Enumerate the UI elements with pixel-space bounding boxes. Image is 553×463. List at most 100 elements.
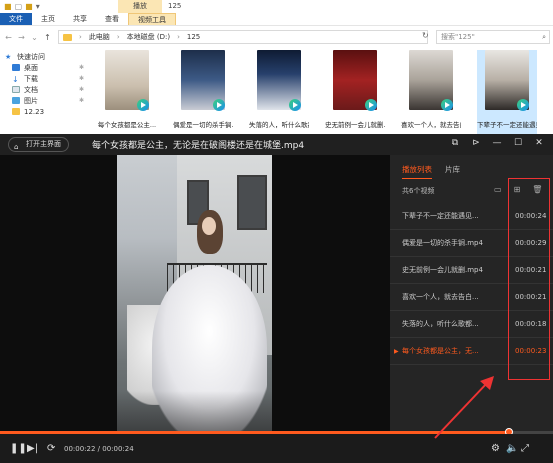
- search-input[interactable]: 搜索"125" ⌕: [436, 30, 550, 44]
- tab-library[interactable]: 片库: [445, 164, 460, 179]
- forward-arrow-icon[interactable]: →: [17, 33, 26, 42]
- nav-item-documents[interactable]: 文档 ✱: [0, 84, 90, 95]
- pin-top-icon[interactable]: ⊳: [471, 138, 481, 148]
- file-name: 史无前例一会儿就删...: [325, 121, 385, 129]
- video-play-icon: [289, 99, 301, 111]
- document-icon: [12, 86, 20, 93]
- nav-item-label: 下载: [24, 74, 38, 83]
- video-canvas[interactable]: [0, 155, 390, 431]
- player-title: 每个女孩都是公主，无论是在破阁楼还是在城堡.mp4: [92, 141, 305, 151]
- file-name: 下辈子不一定还能遇见...: [477, 121, 537, 129]
- nav-item-downloads[interactable]: ↓ 下载 ✱: [0, 73, 90, 85]
- volume-icon[interactable]: 🔈: [506, 443, 518, 454]
- video-player-window: ⌂ 打开主界面 每个女孩都是公主，无论是在破阁楼还是在城堡.mp4 ⧉ ⊳ — …: [0, 134, 553, 463]
- player-titlebar: ⌂ 打开主界面 每个女孩都是公主，无论是在破阁楼还是在城堡.mp4 ⧉ ⊳ — …: [0, 134, 553, 155]
- home-icon: ⌂: [14, 143, 19, 151]
- tab-video-tools[interactable]: 视频工具: [128, 13, 176, 25]
- nav-item-label: 文档: [24, 85, 38, 94]
- video-play-icon: [441, 99, 453, 111]
- recent-dropdown-icon[interactable]: ⌄: [30, 33, 39, 42]
- ribbon-tabs: 文件 主页 共享 查看 视频工具: [0, 13, 553, 26]
- file-name: 偶爱是一切的杀手锏...: [173, 121, 233, 129]
- properties-icon[interactable]: ▢: [15, 2, 23, 11]
- back-arrow-icon[interactable]: ←: [4, 33, 13, 42]
- nav-item-pictures[interactable]: 图片 ✱: [0, 95, 90, 106]
- file-item[interactable]: 失落的人，听什么歌都...: [249, 50, 309, 134]
- desktop-icon: [12, 64, 20, 71]
- pin-icon[interactable]: ✱: [79, 86, 84, 93]
- breadcrumb-item[interactable]: 此电脑: [89, 32, 110, 42]
- customize-toolbar-icon[interactable]: ▾: [36, 2, 40, 11]
- file-name: 每个女孩都是公主...: [97, 121, 157, 129]
- tab-view[interactable]: 查看: [96, 13, 128, 25]
- playlist-tabs: 播放列表 片库: [402, 164, 460, 179]
- breadcrumb-item[interactable]: 125: [187, 33, 200, 41]
- nav-item-folder-1223[interactable]: 12.23: [0, 106, 90, 117]
- up-arrow-icon[interactable]: ↑: [43, 33, 52, 42]
- nav-item-label: 12.23: [24, 107, 45, 116]
- nav-item-label: 图片: [24, 96, 38, 105]
- open-main-interface-label: 打开主界面: [26, 140, 61, 148]
- close-icon[interactable]: ✕: [534, 138, 544, 148]
- file-name: 喜欢一个人，就去告白...: [401, 121, 461, 129]
- refresh-icon[interactable]: ↻: [422, 31, 429, 40]
- file-item[interactable]: 下辈子不一定还能遇见...: [477, 50, 537, 134]
- folder-icon[interactable]: ■: [4, 2, 12, 11]
- loop-icon[interactable]: ⟳: [47, 443, 55, 454]
- file-item[interactable]: 偶爱是一切的杀手锏...: [173, 50, 233, 134]
- playlist-item-name: 下辈子不一定还能遇见...: [402, 212, 479, 220]
- window-title: 125: [168, 2, 182, 10]
- video-count: 共6个视频: [402, 187, 435, 195]
- tab-file[interactable]: 文件: [0, 13, 32, 25]
- file-item[interactable]: 每个女孩都是公主...: [97, 50, 157, 134]
- video-play-icon: [517, 99, 529, 111]
- tab-home[interactable]: 主页: [32, 13, 64, 25]
- minimize-icon[interactable]: —: [492, 138, 502, 148]
- new-folder-icon[interactable]: ■: [25, 2, 33, 11]
- pin-icon[interactable]: ✱: [79, 97, 84, 104]
- video-play-icon: [365, 99, 377, 111]
- time-display: 00:00:22 / 00:00:24: [64, 445, 134, 453]
- address-bar: ← → ⌄ ↑ › 此电脑 › 本地磁盘 (D:) › 125 ↻ 搜索"125…: [0, 27, 553, 47]
- video-play-icon: [213, 99, 225, 111]
- breadcrumb-item[interactable]: 本地磁盘 (D:): [127, 32, 170, 42]
- pin-icon[interactable]: ✱: [79, 64, 84, 71]
- playlist-item-name: 偶爱是一切的杀手锏.mp4: [402, 239, 483, 247]
- open-main-interface-button[interactable]: ⌂ 打开主界面: [8, 137, 69, 152]
- picture-icon: [12, 97, 20, 104]
- navigation-pane: ★ 快速访问 桌面 ✱ ↓ 下载 ✱ 文档 ✱ 图片 ✱ 12.23: [0, 51, 90, 131]
- breadcrumb[interactable]: › 此电脑 › 本地磁盘 (D:) › 125: [58, 30, 428, 44]
- nav-item-quick-access[interactable]: ★ 快速访问: [0, 51, 90, 62]
- breadcrumb-separator-icon: ›: [116, 33, 120, 41]
- nav-item-label: 桌面: [24, 63, 38, 72]
- playlist-item-name: 失落的人，听什么歌都...: [402, 320, 479, 328]
- download-icon: ↓: [12, 75, 19, 84]
- file-item[interactable]: 喜欢一个人，就去告白...: [401, 50, 461, 134]
- next-icon[interactable]: ▶|: [27, 443, 38, 454]
- file-name: 失落的人，听什么歌都...: [249, 121, 309, 129]
- search-placeholder: 搜索"125": [441, 33, 475, 41]
- maximize-icon[interactable]: ☐: [513, 138, 523, 148]
- file-grid: 每个女孩都是公主... 偶爱是一切的杀手锏... 失落的人，听什么歌都... 史…: [93, 48, 553, 134]
- open-folder-icon[interactable]: ▭: [494, 185, 502, 194]
- playlist-item-name: 喜欢一个人，就去告白...: [402, 293, 479, 301]
- file-item[interactable]: 史无前例一会儿就删...: [325, 50, 385, 134]
- now-playing-icon: ▶: [394, 347, 399, 355]
- pause-icon[interactable]: ❚❚: [10, 443, 27, 454]
- tab-playlist[interactable]: 播放列表: [402, 164, 432, 179]
- playback-controls: ❚❚ ▶| ⟳ 00:00:22 / 00:00:24 ⚙ 🔈 ⤢: [0, 434, 553, 463]
- pin-icon[interactable]: ✱: [79, 75, 84, 82]
- folder-icon: [63, 33, 72, 41]
- video-frame: [117, 155, 272, 431]
- context-tab-play[interactable]: 播放: [118, 0, 162, 13]
- quick-access-toolbar: ■ ▢ ■ ▾: [0, 2, 40, 11]
- nav-item-desktop[interactable]: 桌面 ✱: [0, 62, 90, 73]
- tab-share[interactable]: 共享: [64, 13, 96, 25]
- settings-icon[interactable]: ⚙: [491, 443, 500, 454]
- breadcrumb-separator-icon: ›: [79, 33, 82, 41]
- fullscreen-icon[interactable]: ⤢: [521, 443, 529, 454]
- star-icon: ★: [5, 53, 12, 61]
- window-controls: ⧉ ⊳ — ☐ ✕: [450, 138, 544, 148]
- video-play-icon: [137, 99, 149, 111]
- screenshot-icon[interactable]: ⧉: [450, 138, 460, 148]
